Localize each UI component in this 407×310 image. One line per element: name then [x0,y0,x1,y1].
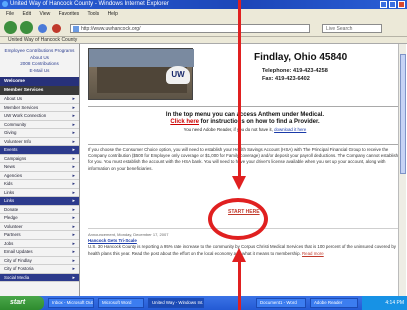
address-bar[interactable]: http://www.uwhancock.org/ [70,24,310,33]
arrow-down-icon [232,176,246,190]
refresh-icon[interactable] [38,24,47,33]
hsa-paragraph: If you choose the Consumer Choice option… [88,147,402,171]
city-heading: Findlay, Ohio 45840 [254,52,348,63]
taskbar-button[interactable]: Microsoft Word [98,298,144,308]
taskbar-button-active[interactable]: United Way - Windows Int... [148,298,204,308]
address-url: http://www.uwhancock.org/ [81,26,141,32]
menu-file[interactable]: File [6,11,14,17]
title-bar: United Way of Hancock County - Windows I… [0,0,407,9]
menu-bar: File Edit View Favorites Tools Help [0,9,407,19]
browser-window: United Way of Hancock County - Windows I… [0,0,407,296]
sidebar-item[interactable]: Member Services [0,104,79,113]
menu-favorites[interactable]: Favorites [59,11,80,17]
window-title: United Way of Hancock County - Windows I… [10,1,169,7]
menu-tools[interactable]: Tools [87,11,99,17]
read-more-link[interactable]: Read more [302,251,324,256]
system-tray-clock: 4:14 PM [362,296,407,310]
search-input[interactable]: Live Search [322,24,382,33]
sidebar-item[interactable]: Email Updates [0,248,79,257]
taskbar-button[interactable]: Inbox - Microsoft Outlook [48,298,94,308]
telephone: Telephone: 419-423-4258 [262,68,328,74]
sidebar-item[interactable]: Events [0,146,79,155]
sidebar-link-programs[interactable]: Employee Contributions Programs [0,48,79,55]
sidebar-item[interactable]: Donate [0,206,79,215]
sidebar-heading-welcome: Welcome [0,77,79,87]
menu-edit[interactable]: Edit [22,11,31,17]
divider [88,144,402,145]
sidebar-item[interactable]: Campaigns [0,155,79,164]
sidebar-item[interactable]: News [0,163,79,172]
sidebar-item[interactable]: UW Work Connection [0,112,79,121]
united-way-logo: UW [166,66,190,84]
start-button[interactable]: start [0,296,44,310]
notice-adobe-text: You need Adobe Reader, if you do not hav… [183,127,275,132]
arrow-up-icon [232,248,246,262]
notice-line: for instructions on how to find a Provid… [199,119,320,125]
notice-line: In the top menu you can access Anthem un… [165,112,325,118]
sidebar-link-about[interactable]: About Us [0,55,79,62]
highlight-circle [208,198,268,240]
close-button[interactable] [398,1,405,8]
arrow-up-shaft [238,262,241,310]
taskbar-button[interactable]: Document1 - Word [256,298,306,308]
sidebar-item[interactable]: Partners [0,231,79,240]
menu-view[interactable]: View [39,11,50,17]
sidebar-item[interactable]: Links [0,189,79,198]
sidebar-item[interactable]: Kids [0,180,79,189]
sidebar-item[interactable]: Volunteer [0,223,79,232]
sidebar-item[interactable]: Volunteer Info [0,138,79,147]
forward-icon[interactable] [20,21,33,34]
sidebar-item[interactable]: City of Fostoria [0,265,79,274]
sidebar-item[interactable]: Community [0,121,79,130]
stop-icon[interactable] [52,24,61,33]
page-icon [73,26,79,32]
sidebar: Employee Contributions Programs About Us… [0,44,80,296]
scrollbar-thumb[interactable] [400,54,406,174]
adobe-download-link[interactable]: download it here [274,127,306,132]
maximize-button[interactable] [389,1,396,8]
nav-toolbar: http://www.uwhancock.org/ Live Search [0,19,407,37]
favorites-item[interactable]: United Way of Hancock County [8,37,77,43]
taskbar: start Inbox - Microsoft Outlook Microsof… [0,296,407,310]
sidebar-item[interactable]: Social Media [0,273,79,283]
sidebar-item[interactable]: Jobs [0,240,79,249]
sidebar-item[interactable]: City of Findlay [0,257,79,266]
fax: Fax: 419-423-6402 [262,76,310,82]
click-here-link[interactable]: Click here [170,119,199,125]
ie-icon [2,1,8,7]
scrollbar[interactable] [398,44,406,296]
divider [88,106,402,107]
arrow-down-shaft [238,0,241,176]
notice-block: In the top menu you can access Anthem un… [88,112,402,132]
page-content: Employee Contributions Programs About Us… [0,44,407,296]
taskbar-button[interactable]: Adobe Reader [310,298,358,308]
sidebar-item[interactable]: About Us [0,95,79,104]
menu-help[interactable]: Help [108,11,118,17]
sidebar-item[interactable]: Giving [0,129,79,138]
sidebar-link-contributions[interactable]: 2008 Contributions [0,61,79,68]
back-icon[interactable] [4,21,17,34]
sidebar-heading-links[interactable]: Links [0,197,79,206]
sidebar-item[interactable]: Agencies [0,172,79,181]
search-placeholder: Live Search [326,26,353,32]
sidebar-item[interactable]: Pledge [0,214,79,223]
minimize-button[interactable] [380,1,387,8]
favorites-bar: United Way of Hancock County [0,37,407,44]
sidebar-link-email[interactable]: E-Mail Us [0,68,79,75]
sidebar-heading-member: Member Services [0,86,79,96]
